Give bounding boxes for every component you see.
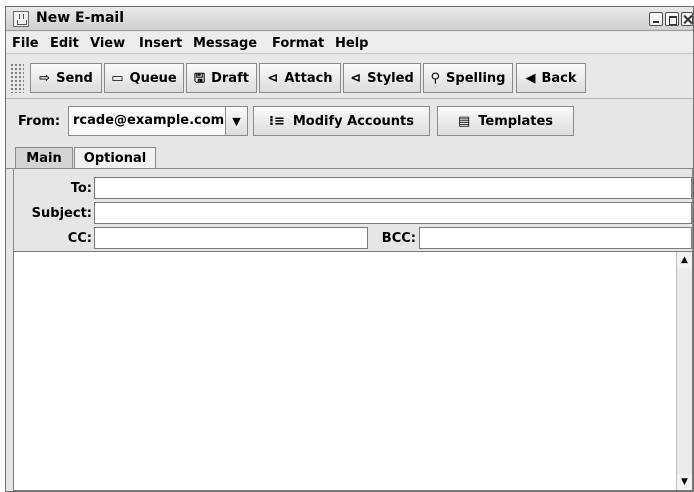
- styled-label: Styled: [367, 70, 414, 86]
- menu-view[interactable]: View: [90, 36, 125, 51]
- back-button[interactable]: ◀ Back: [516, 63, 586, 93]
- modify-accounts-button[interactable]: ⁝≡ Modify Accounts: [253, 106, 430, 136]
- to-field[interactable]: [94, 177, 692, 199]
- tab-main[interactable]: Main: [15, 147, 73, 169]
- draft-button[interactable]: 🖫 Draft: [186, 63, 257, 93]
- cc-label: CC:: [67, 231, 92, 246]
- queue-icon: ▭: [111, 70, 124, 86]
- accounts-icon: ⁝≡: [269, 113, 285, 129]
- window-title: New E-mail: [36, 10, 125, 26]
- close-icon[interactable]: [681, 12, 693, 26]
- toolbar-grip[interactable]: [10, 63, 24, 93]
- tab-optional[interactable]: Optional: [74, 147, 156, 169]
- templates-icon: ▤: [457, 113, 471, 129]
- from-label: From:: [18, 114, 61, 129]
- spelling-icon: ⚲: [430, 70, 441, 86]
- maximize-icon[interactable]: [665, 12, 679, 26]
- java-app-icon: [13, 11, 29, 27]
- spelling-button[interactable]: ⚲ Spelling: [423, 63, 513, 93]
- header-fields: To: Subject: CC: BCC:: [13, 169, 693, 252]
- draft-label: Draft: [211, 70, 249, 86]
- message-body-text[interactable]: [18, 256, 668, 486]
- bcc-label: BCC:: [381, 231, 416, 246]
- draft-icon: 🖫: [194, 70, 206, 86]
- scroll-down-icon[interactable]: ▼: [677, 474, 692, 490]
- send-label: Send: [56, 70, 93, 86]
- attach-icon: ⊲: [267, 70, 279, 86]
- menu-format[interactable]: Format: [272, 36, 324, 51]
- styled-button[interactable]: ⊲ Styled: [343, 63, 421, 93]
- message-body-editor[interactable]: ▲ ▼: [13, 251, 693, 491]
- menu-help[interactable]: Help: [335, 36, 368, 51]
- send-button[interactable]: ⇨ Send: [30, 63, 102, 93]
- from-account-select[interactable]: rcade@example.com ▼: [68, 106, 248, 136]
- queue-label: Queue: [129, 70, 177, 86]
- minimize-icon[interactable]: [649, 12, 663, 26]
- toolbar: ⇨ Send ▭ Queue 🖫 Draft ⊲ Attach ⊲ Styled…: [6, 55, 693, 99]
- subject-field[interactable]: [94, 202, 692, 224]
- back-arrow-icon: ◀: [525, 70, 536, 86]
- menu-insert[interactable]: Insert: [139, 36, 182, 51]
- modify-accounts-label: Modify Accounts: [292, 113, 414, 129]
- menu-file[interactable]: File: [12, 36, 39, 51]
- tab-bar: Main Optional: [6, 145, 693, 169]
- chevron-down-icon[interactable]: ▼: [225, 107, 247, 135]
- title-bar[interactable]: New E-mail: [6, 7, 693, 31]
- back-label: Back: [541, 70, 577, 86]
- menu-bar: File Edit View Insert Message Format Hel…: [6, 32, 693, 54]
- to-label: To:: [70, 181, 92, 196]
- templates-label: Templates: [478, 113, 554, 129]
- cc-field[interactable]: [94, 227, 368, 249]
- menu-edit[interactable]: Edit: [50, 36, 79, 51]
- spelling-label: Spelling: [446, 70, 506, 86]
- attach-button[interactable]: ⊲ Attach: [259, 63, 341, 93]
- subject-label: Subject:: [31, 206, 92, 221]
- bcc-field[interactable]: [419, 227, 692, 249]
- styled-icon: ⊲: [350, 70, 362, 86]
- attach-label: Attach: [284, 70, 333, 86]
- new-email-window: New E-mail File Edit View Insert Message…: [5, 6, 694, 492]
- vertical-scrollbar[interactable]: ▲ ▼: [676, 252, 692, 490]
- templates-button[interactable]: ▤ Templates: [437, 106, 574, 136]
- from-row: From: rcade@example.com ▼ ⁝≡ Modify Acco…: [6, 100, 693, 144]
- queue-button[interactable]: ▭ Queue: [104, 63, 184, 93]
- send-icon: ⇨: [39, 70, 51, 86]
- menu-message[interactable]: Message: [193, 36, 257, 51]
- from-account-value: rcade@example.com: [73, 113, 225, 128]
- scroll-up-icon[interactable]: ▲: [677, 252, 692, 268]
